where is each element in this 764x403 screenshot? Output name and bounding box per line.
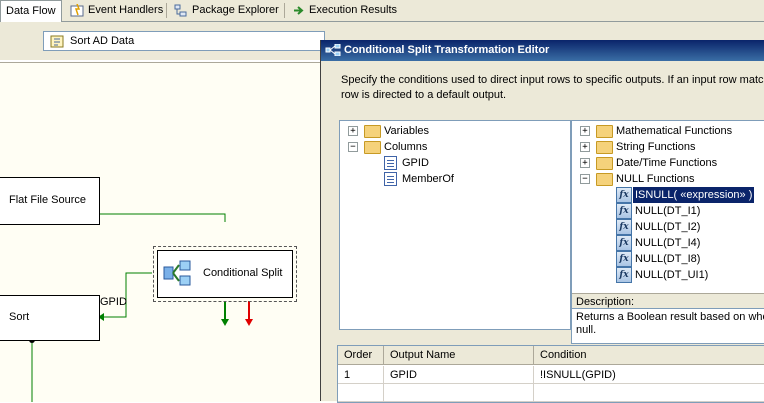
tree-node-label: Mathematical Functions [616, 125, 733, 137]
tab-separator [166, 3, 167, 18]
function-description-text: Returns a Boolean result based on whet [576, 311, 764, 323]
function-label: NULL(DT_I8) [635, 253, 701, 265]
tree-node-columns[interactable]: − Columns [340, 139, 568, 155]
conditional-split-icon [163, 260, 191, 286]
path-split-to-sort [99, 272, 152, 318]
variables-columns-tree[interactable]: + Variables − Columns GPID MemberOf [339, 120, 571, 330]
event-handlers-icon [70, 3, 84, 17]
function-item[interactable]: fx NULL(DT_I2) [572, 219, 764, 235]
tab-package-explorer-label: Package Explorer [192, 4, 279, 16]
editor-description: Specify the conditions used to direct in… [341, 73, 764, 103]
tree-node-datetime-functions[interactable]: + Date/Time Functions [572, 155, 764, 171]
package-explorer-icon [174, 4, 187, 17]
tab-event-handlers-label: Event Handlers [88, 4, 164, 16]
sort-component[interactable]: Sort [0, 295, 100, 341]
tab-data-flow[interactable]: Data Flow [0, 0, 62, 22]
tab-package-explorer[interactable]: Package Explorer [170, 1, 285, 20]
tab-execution-results-label: Execution Results [309, 4, 398, 16]
tab-execution-results[interactable]: Execution Results [289, 1, 403, 20]
editor-title: Conditional Split Transformation Editor [344, 44, 550, 56]
cell-output-name[interactable]: GPID [384, 366, 534, 384]
function-label: NULL(DT_I1) [635, 205, 701, 217]
cell-empty[interactable] [384, 384, 534, 402]
conditions-grid[interactable]: Order Output Name Condition 1 GPID !ISNU… [337, 345, 764, 403]
column-icon [384, 172, 397, 186]
function-label: NULL(DT_I4) [635, 237, 701, 249]
function-item[interactable]: fx NULL(DT_I4) [572, 235, 764, 251]
tree-node-label: NULL Functions [616, 173, 695, 185]
tab-separator [284, 3, 285, 18]
collapse-icon[interactable]: − [580, 174, 590, 184]
data-flow-task-name: Sort AD Data [70, 35, 135, 47]
editor-description-line: Specify the conditions used to direct in… [341, 74, 764, 86]
function-label: NULL(DT_I2) [635, 221, 701, 233]
execution-results-icon [294, 5, 304, 15]
editor-title-bar[interactable]: Conditional Split Transformation Editor [321, 40, 764, 61]
tree-node-label: String Functions [616, 141, 696, 153]
folder-icon [596, 125, 613, 138]
column-header-output-name[interactable]: Output Name [384, 346, 534, 365]
folder-icon [364, 141, 381, 154]
cell-empty[interactable] [534, 384, 764, 402]
split-green-arrow [221, 319, 229, 326]
conditional-split-component[interactable]: Conditional Split [153, 246, 297, 302]
tree-node-column-memberof[interactable]: MemberOf [340, 171, 568, 187]
function-item[interactable]: fx NULL(DT_I1) [572, 203, 764, 219]
tree-node-column-gpid[interactable]: GPID [340, 155, 568, 171]
tree-node-label: Columns [384, 141, 428, 153]
tree-node-label: Date/Time Functions [616, 157, 718, 169]
tree-node-variables[interactable]: + Variables [340, 123, 568, 139]
function-icon: fx [616, 267, 632, 283]
folder-icon [596, 173, 613, 186]
tree-node-label: Variables [384, 125, 430, 137]
tab-event-handlers[interactable]: Event Handlers [66, 1, 169, 20]
functions-tree[interactable]: + Mathematical Functions + String Functi… [571, 120, 764, 330]
tree-node-mathematical-functions[interactable]: + Mathematical Functions [572, 123, 764, 139]
tree-node-label: GPID [402, 157, 429, 169]
column-header-order[interactable]: Order [338, 346, 384, 365]
tree-node-label: MemberOf [402, 173, 454, 185]
function-label: NULL(DT_UI1) [635, 269, 709, 281]
function-icon: fx [616, 219, 632, 235]
data-flow-task-selector[interactable]: Sort AD Data [43, 31, 325, 51]
column-icon [384, 156, 397, 170]
folder-icon [364, 125, 381, 138]
function-description-panel: Returns a Boolean result based on whet n… [571, 308, 764, 344]
folder-icon [596, 157, 613, 170]
split-red-arrow [245, 319, 253, 326]
expand-icon[interactable]: + [580, 126, 590, 136]
editor-description-line: row is directed to a default output. [341, 89, 507, 101]
column-header-condition[interactable]: Condition [534, 346, 764, 365]
cell-empty[interactable] [338, 384, 384, 402]
function-item[interactable]: fx NULL(DT_I8) [572, 251, 764, 267]
connector-layer [29, 201, 253, 402]
function-item-isnull[interactable]: fx ISNULL( «expression» ) [572, 186, 764, 204]
editor-title-icon [325, 44, 341, 57]
expand-icon[interactable]: + [348, 126, 358, 136]
function-label-selected: ISNULL( «expression» ) [631, 186, 756, 204]
function-icon: fx [616, 251, 632, 267]
function-item[interactable]: fx NULL(DT_UI1) [572, 267, 764, 283]
path-label-gpid[interactable]: GPID [100, 296, 127, 308]
tree-node-string-functions[interactable]: + String Functions [572, 139, 764, 155]
data-flow-task-icon [50, 35, 64, 48]
description-header: Description: [576, 296, 635, 308]
flat-file-source-label: Flat File Source [9, 194, 87, 206]
cell-condition[interactable]: !ISNULL(GPID) [534, 366, 764, 384]
flat-file-source-component[interactable]: Flat File Source [0, 177, 100, 225]
sort-label: Sort [9, 311, 30, 323]
function-icon: fx [616, 203, 632, 219]
tab-data-flow-label: Data Flow [6, 5, 56, 17]
function-icon: fx [616, 187, 632, 203]
function-description-text: null. [576, 324, 597, 336]
function-icon: fx [616, 235, 632, 251]
expand-icon[interactable]: + [580, 142, 590, 152]
tree-node-null-functions[interactable]: − NULL Functions [572, 171, 764, 187]
expand-icon[interactable]: + [580, 158, 590, 168]
folder-icon [596, 141, 613, 154]
collapse-icon[interactable]: − [348, 142, 358, 152]
conditional-split-label: Conditional Split [203, 267, 283, 279]
designer-tab-strip: Data Flow Event Handlers Package Explore… [0, 0, 764, 22]
cell-order[interactable]: 1 [338, 366, 384, 384]
